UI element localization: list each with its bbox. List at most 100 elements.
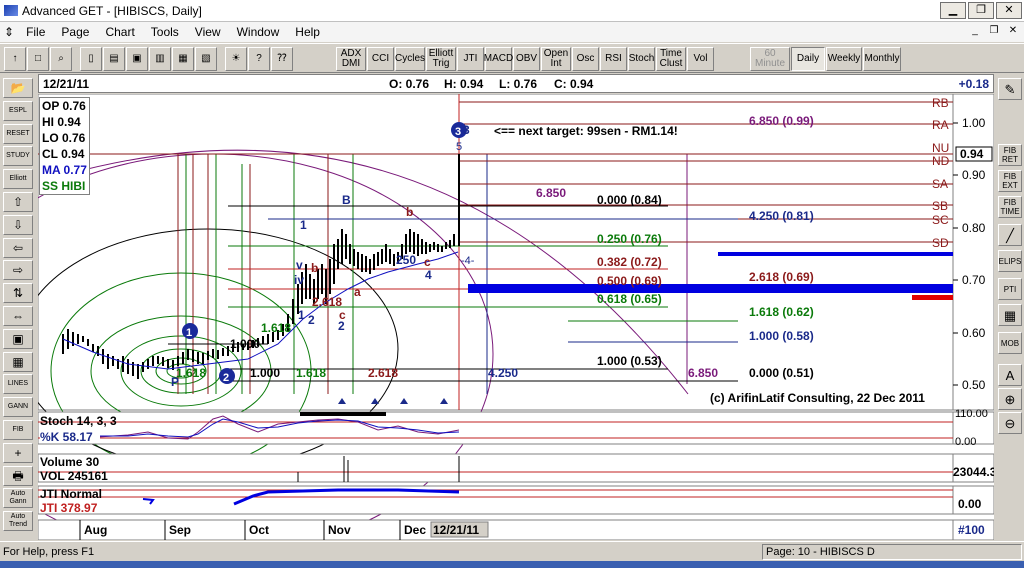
context-help-icon[interactable]: ⁇ (271, 47, 293, 71)
tool-study[interactable]: STUDY (3, 146, 33, 167)
indicator-button[interactable]: Osc (572, 47, 599, 71)
mdi-restore-button[interactable]: ❐ (985, 24, 1003, 39)
indicator-button[interactable]: Stoch (628, 47, 655, 71)
indicator-button[interactable]: ADX DMI (336, 47, 366, 71)
tool-auto-trend[interactable]: Auto Trend (3, 511, 33, 532)
ext-label: 1.618 (176, 366, 206, 380)
info-low: L: 0.76 (499, 77, 538, 91)
tool-gann[interactable]: GANN (3, 397, 33, 418)
indicator-button[interactable]: Elliott Trig (426, 47, 456, 71)
menu-chart[interactable]: Chart (97, 22, 142, 42)
info-high: H: 0.94 (444, 77, 484, 91)
close-button[interactable]: ✕ (996, 2, 1022, 19)
menu-bar: ⇕ File Page Chart Tools View Window Help (0, 22, 1024, 42)
chart-area[interactable]: 1 2 3 RB RA NU ND SA SB SC SD 1.00 0.90 0.80 0.70 0… (0, 93, 997, 555)
timeframe-button[interactable]: 60 Minute (750, 47, 790, 71)
fib-label: 1.000 (0.53) (597, 354, 662, 368)
indicator-button[interactable]: Time Clust (656, 47, 686, 71)
tool-fib-time[interactable]: FIB TIME (998, 196, 1022, 218)
menu-help[interactable]: Help (287, 22, 328, 42)
mdi-close-button[interactable]: ✕ (1004, 24, 1022, 39)
indicator-button[interactable]: MACD (484, 47, 513, 71)
tool-fit-icon[interactable]: ▣ (3, 328, 33, 349)
print-icon[interactable]: ▣ (126, 47, 148, 71)
tool-print-icon[interactable]: 🖶 (3, 465, 33, 486)
menu-tools[interactable]: Tools (143, 22, 187, 42)
indicator-button[interactable]: Cycles (395, 47, 425, 71)
indicator-button[interactable]: Vol (687, 47, 714, 71)
tool-fib[interactable]: FIB (3, 420, 33, 440)
wave-label: 1 (298, 308, 305, 322)
restore-button[interactable]: ❐ (968, 2, 994, 19)
tool-right-icon[interactable]: ⇨ (3, 260, 33, 281)
indicator-button[interactable]: OBV (513, 47, 540, 71)
tool-zoom-out-icon[interactable]: ⊖ (998, 412, 1022, 434)
chart-canvas[interactable]: 1 2 3 RB RA NUND SA SBSC SD 1.00 0.90 0.80 0.70 0… (0, 93, 997, 555)
ohlc-legend: OP 0.76 HI 0.94 LO 0.76 CL 0.94 MA 0.77 SS HI… (39, 97, 90, 195)
tool-espl[interactable]: ESPL (3, 100, 33, 121)
help-icon[interactable]: □ (27, 47, 49, 71)
ext-label: 2.618 (368, 366, 398, 380)
tool-auto-gann[interactable]: Auto Gann (3, 488, 33, 509)
tool-zoom-icon[interactable]: ⇅ (3, 283, 33, 304)
wave-label: v (296, 258, 303, 272)
export-icon[interactable]: ▥ (149, 47, 171, 71)
question-icon[interactable]: ? (248, 47, 270, 71)
save-icon[interactable]: ▤ (103, 47, 125, 71)
indicator-button[interactable]: JTI (457, 47, 484, 71)
fib-label: 2.618 (0.69) (749, 270, 814, 284)
tool-up-icon[interactable]: ⇧ (3, 192, 33, 212)
target-line-upper (718, 252, 953, 256)
tool-elliott[interactable]: Elliott (3, 169, 33, 190)
tool-down-icon[interactable]: ⇩ (3, 214, 33, 235)
paste-icon[interactable]: ▧ (195, 47, 217, 71)
wave-label: P (171, 375, 179, 389)
tool-line-icon[interactable]: ╱ (998, 224, 1022, 246)
indicator-button[interactable]: Open Int (541, 47, 571, 71)
menu-file[interactable]: File (18, 22, 53, 42)
ext-label: 250 (396, 253, 416, 267)
mdi-minimize-button[interactable]: _ (966, 24, 984, 39)
timeframe-button[interactable]: Weekly (826, 47, 862, 71)
tool-fib-ret[interactable]: FIB RET (998, 144, 1022, 166)
tool-lines[interactable]: LINES (3, 374, 33, 395)
tool-elips[interactable]: ELIPS (998, 250, 1022, 272)
date-label: Aug (84, 523, 107, 537)
ext-label: 2.618 (312, 295, 342, 309)
tool-zoom-in-icon[interactable]: ⊕ (998, 388, 1022, 410)
new-icon[interactable]: ▯ (80, 47, 102, 71)
minimize-button[interactable]: ▁ (940, 2, 966, 19)
fib-label: 0.000 (0.84) (597, 193, 662, 207)
current-price-label: 0.94 (960, 147, 984, 161)
menu-window[interactable]: Window (229, 22, 288, 42)
indicator-button[interactable]: RSI (600, 47, 627, 71)
tool-mob[interactable]: MOB (998, 332, 1022, 354)
tool-add-icon[interactable]: + (3, 442, 33, 463)
timeframe-button[interactable]: Monthly (863, 47, 901, 71)
wave-label: 2 (308, 313, 315, 327)
tool-text-icon[interactable]: A (998, 364, 1022, 386)
tool-fib-ext[interactable]: FIB EXT (998, 170, 1022, 192)
bulb-icon[interactable]: ☀ (225, 47, 247, 71)
tool-grid-icon[interactable]: ▦ (3, 351, 33, 372)
tool-open-icon[interactable]: 📂 (3, 78, 33, 98)
wave-label: iv (294, 273, 304, 287)
target-note: <== next target: 99sen - RM1.14! (494, 124, 678, 138)
tool-pencil-icon[interactable]: ✎ (998, 78, 1022, 100)
find-icon[interactable]: ⌕ (50, 47, 72, 71)
tool-reset[interactable]: RESET (3, 123, 33, 144)
indicator-button[interactable]: CCI (367, 47, 394, 71)
wave-label: 4 (425, 268, 432, 282)
tool-expand-icon[interactable]: ⇔ (3, 306, 33, 326)
tool-pti[interactable]: PTI (998, 278, 1022, 300)
tool-grid-icon[interactable]: ▦ (998, 304, 1022, 326)
menu-page[interactable]: Page (53, 22, 97, 42)
app-menu-icon[interactable]: ⇕ (0, 22, 18, 42)
pointer-icon[interactable]: ↑ (4, 47, 26, 71)
volume-value: VOL 245161 (40, 469, 108, 483)
tool-left-icon[interactable]: ⇦ (3, 237, 33, 258)
timeframe-button[interactable]: Daily (791, 47, 825, 71)
ext-label: 1.000 (230, 337, 260, 351)
menu-view[interactable]: View (187, 22, 229, 42)
copy-icon[interactable]: ▦ (172, 47, 194, 71)
